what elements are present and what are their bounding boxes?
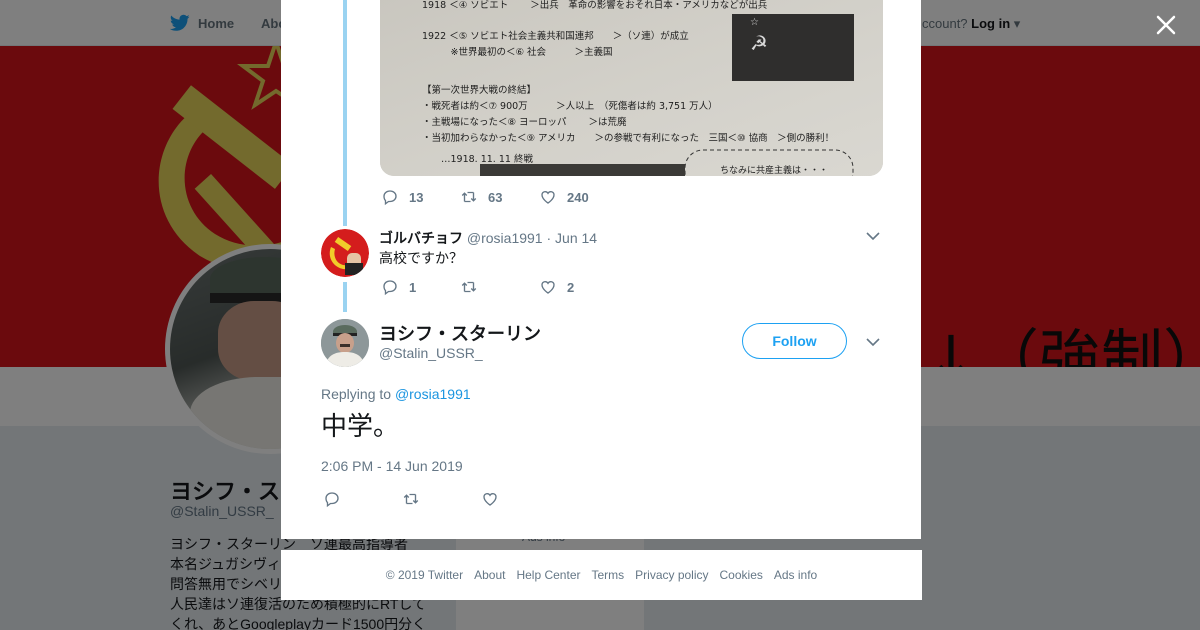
like-button[interactable]: 240 [539, 188, 618, 206]
reply-icon [383, 190, 397, 206]
footer-link-help[interactable]: Help Center [516, 568, 580, 582]
footer-link-cookies[interactable]: Cookies [720, 568, 763, 582]
retweet-button[interactable] [402, 490, 481, 508]
footer-copyright: © 2019 Twitter [385, 568, 464, 582]
heart-icon [483, 493, 497, 506]
retweet-button[interactable] [460, 278, 539, 296]
main-author-handle[interactable]: @Stalin_USSR_ [379, 345, 483, 361]
reply-button[interactable] [323, 490, 402, 508]
replying-prefix: Replying to [321, 386, 395, 402]
reply-author-handle[interactable]: @rosia1991 [467, 230, 543, 246]
reply-count: 1 [409, 279, 417, 295]
main-tweet-actions [323, 490, 560, 508]
reply-icon [383, 280, 397, 296]
heart-icon [541, 281, 555, 294]
prev-tweet-actions: 13 63 240 [381, 188, 618, 206]
main-tweet-text: 中学。 [321, 412, 400, 442]
retweet-icon [461, 281, 477, 293]
tweet-timestamp[interactable]: 2:06 PM - 14 Jun 2019 [321, 458, 463, 474]
reply-header: ゴルバチョフ @rosia1991 · Jun 14 [379, 228, 597, 248]
worksheet-line: 1922 ＜⑤ ソビエト社会主義共和国連邦 ＞（ソ連）が成立 [422, 31, 689, 42]
footer-link-ads[interactable]: Ads info [774, 568, 817, 582]
footer-link-terms[interactable]: Terms [591, 568, 624, 582]
reply-button[interactable]: 13 [381, 188, 460, 206]
retweet-count: 63 [488, 189, 503, 205]
worksheet-line: ・戦死者は約＜⑦ 900万 ＞人以上 （死傷者は約 3,751 万人） [422, 101, 718, 112]
like-button[interactable]: 2 [539, 278, 618, 296]
dot-separator: · [546, 230, 556, 246]
retweet-button[interactable]: 63 [460, 188, 539, 206]
thread-line [343, 0, 347, 226]
worksheet-line: 1918 ＜④ ソビエト ＞出兵 革命の影響をおそれ日本・アメリカなどが出兵 [422, 0, 768, 11]
main-avatar[interactable] [321, 319, 369, 367]
reply-button[interactable]: 1 [381, 278, 460, 296]
svg-text:☭: ☭ [750, 31, 768, 55]
hammer-sickle-avatar-icon [321, 229, 369, 277]
reply-date[interactable]: Jun 14 [555, 230, 597, 246]
retweet-icon [461, 191, 477, 203]
reply-author-name[interactable]: ゴルバチョフ [379, 230, 463, 246]
thread-line [343, 282, 347, 312]
retweet-icon [403, 493, 419, 505]
reply-icon [325, 492, 339, 508]
heart-icon [541, 191, 555, 204]
reply-tweet-actions: 1 2 [381, 278, 618, 296]
like-count: 240 [567, 189, 589, 205]
footer-link-about[interactable]: About [474, 568, 505, 582]
tweet-modal: ☭ ☆ 1918 ＜④ ソビエト ＞出兵 革命の影響をおそれ日本・アメリカなどが… [281, 0, 921, 539]
reply-count: 13 [409, 189, 424, 205]
follow-button[interactable]: Follow [742, 323, 847, 359]
worksheet-line: 【第一次世界大戦の終結】 [422, 85, 537, 96]
close-icon[interactable] [1153, 12, 1179, 38]
worksheet-note: ちなみに共産主義は・・・ [720, 166, 829, 176]
tweet-photo[interactable]: ☭ ☆ 1918 ＜④ ソビエト ＞出兵 革命の影響をおそれ日本・アメリカなどが… [380, 0, 883, 176]
chevron-down-icon[interactable] [865, 334, 881, 350]
replying-to: Replying to @rosia1991 [321, 386, 471, 402]
worksheet-line: …1918. 11. 11 終戦 [422, 154, 533, 165]
like-button[interactable] [481, 490, 560, 508]
replying-to-link[interactable]: @rosia1991 [395, 386, 471, 402]
stalin-avatar-icon [321, 319, 369, 367]
worksheet-line: ・当初加わらなかった＜⑨ アメリカ ＞の参戦で有利になった 三国＜⑩ 協商 ＞側… [422, 133, 835, 144]
worksheet-line: ※世界最初の＜⑥ 社会 ＞主義国 [422, 47, 613, 58]
main-author-name[interactable]: ヨシフ・スターリン [379, 320, 541, 346]
reply-text: 高校ですか？ [379, 250, 463, 266]
reply-avatar[interactable] [321, 229, 369, 277]
svg-text:☆: ☆ [750, 17, 759, 28]
chevron-down-icon[interactable] [865, 228, 881, 244]
like-count: 2 [567, 279, 575, 295]
modal-footer: © 2019 Twitter About Help Center Terms P… [281, 550, 922, 600]
footer-link-privacy[interactable]: Privacy policy [635, 568, 708, 582]
worksheet-line: ・主戦場になった＜⑧ ヨーロッパ ＞は荒廃 [422, 117, 627, 128]
